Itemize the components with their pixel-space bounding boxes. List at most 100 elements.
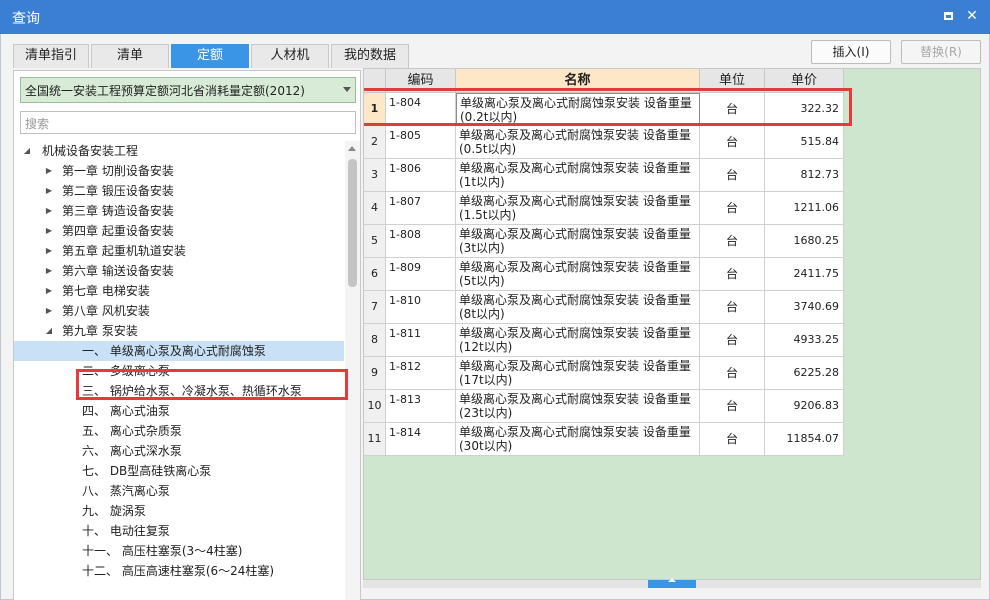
tree-item-chapter-2[interactable]: ▶ 第二章 锻压设备安装 xyxy=(14,181,344,201)
tree-item-section-7[interactable]: 七、 DB型高硅铁离心泵 xyxy=(14,461,344,481)
restore-icon[interactable] xyxy=(938,6,958,26)
grid-header-name[interactable]: 名称 xyxy=(456,69,700,93)
code-cell[interactable]: 1-809 xyxy=(386,258,456,291)
tree-item-section-2[interactable]: 二、 多级离心泵 xyxy=(14,361,344,381)
code-cell[interactable]: 1-810 xyxy=(386,291,456,324)
caret-right-icon[interactable]: ▶ xyxy=(44,161,54,181)
table-row[interactable]: 6 1-809 单级离心泵及离心式耐腐蚀泵安装 设备重量 (5t以内) 台 241… xyxy=(364,258,844,291)
unit-cell[interactable]: 台 xyxy=(700,291,765,324)
tree-item-section-3[interactable]: 三、 锅炉给水泵、冷凝水泵、热循环水泵 xyxy=(14,381,344,401)
code-cell[interactable]: 1-808 xyxy=(386,225,456,258)
table-row[interactable]: 4 1-807 单级离心泵及离心式耐腐蚀泵安装 设备重量 (1.5t以内) 台 1… xyxy=(364,192,844,225)
price-cell[interactable]: 1680.25 xyxy=(765,225,844,258)
tree-item-chapter-6[interactable]: ▶ 第六章 输送设备安装 xyxy=(14,261,344,281)
price-cell[interactable]: 812.73 xyxy=(765,159,844,192)
code-cell[interactable]: 1-813 xyxy=(386,390,456,423)
code-cell[interactable]: 1-811 xyxy=(386,324,456,357)
code-cell[interactable]: 1-804 xyxy=(386,93,456,126)
unit-cell[interactable]: 台 xyxy=(700,126,765,159)
price-cell[interactable]: 3740.69 xyxy=(765,291,844,324)
insert-button[interactable]: 插入(I) xyxy=(811,40,891,64)
price-cell[interactable]: 1211.06 xyxy=(765,192,844,225)
tab-quota[interactable]: 定额 xyxy=(171,44,249,68)
unit-cell[interactable]: 台 xyxy=(700,93,765,126)
price-cell[interactable]: 515.84 xyxy=(765,126,844,159)
replace-button[interactable]: 替换(R) xyxy=(901,40,981,64)
splitter-handle[interactable] xyxy=(648,578,696,588)
code-cell[interactable]: 1-814 xyxy=(386,423,456,456)
code-cell[interactable]: 1-806 xyxy=(386,159,456,192)
price-cell[interactable]: 9206.83 xyxy=(765,390,844,423)
quota-library-select[interactable]: 全国统一安装工程预算定额河北省消耗量定额(2012) xyxy=(20,77,356,103)
scroll-up-icon[interactable] xyxy=(348,146,356,151)
tree-item-chapter-5[interactable]: ▶ 第五章 起重机轨道安装 xyxy=(14,241,344,261)
tree-item-section-6[interactable]: 六、 离心式深水泵 xyxy=(14,441,344,461)
tree-item-chapter-3[interactable]: ▶ 第三章 铸造设备安装 xyxy=(14,201,344,221)
search-input[interactable] xyxy=(20,111,356,134)
table-row[interactable]: 9 1-812 单级离心泵及离心式耐腐蚀泵安装 设备重量 (17t以内) 台 62… xyxy=(364,357,844,390)
name-cell[interactable]: 单级离心泵及离心式耐腐蚀泵安装 设备重量 (5t以内) xyxy=(456,258,700,291)
price-cell[interactable]: 322.32 xyxy=(765,93,844,126)
tree-item-section-5[interactable]: 五、 离心式杂质泵 xyxy=(14,421,344,441)
tree-item-section-1[interactable]: 一、 单级离心泵及离心式耐腐蚀泵 xyxy=(14,341,344,361)
tree-item-section-4[interactable]: 四、 离心式油泵 xyxy=(14,401,344,421)
table-row[interactable]: 8 1-811 单级离心泵及离心式耐腐蚀泵安装 设备重量 (12t以内) 台 49… xyxy=(364,324,844,357)
price-cell[interactable]: 6225.28 xyxy=(765,357,844,390)
caret-down-icon[interactable]: ◢ xyxy=(22,141,32,161)
tree-item-root[interactable]: ◢ 机械设备安装工程 xyxy=(14,141,344,161)
caret-right-icon[interactable]: ▶ xyxy=(44,221,54,241)
caret-right-icon[interactable]: ▶ xyxy=(44,201,54,221)
name-cell[interactable]: 单级离心泵及离心式耐腐蚀泵安装 设备重量 (23t以内) xyxy=(456,390,700,423)
tree-item-chapter-7[interactable]: ▶ 第七章 电梯安装 xyxy=(14,281,344,301)
tree-item-chapter-8[interactable]: ▶ 第八章 风机安装 xyxy=(14,301,344,321)
unit-cell[interactable]: 台 xyxy=(700,324,765,357)
name-cell[interactable]: 单级离心泵及离心式耐腐蚀泵安装 设备重量 (12t以内) xyxy=(456,324,700,357)
tree-item-section-12[interactable]: 十二、 高压高速柱塞泵(6～24柱塞) xyxy=(14,561,344,581)
unit-cell[interactable]: 台 xyxy=(700,423,765,456)
table-row[interactable]: 7 1-810 单级离心泵及离心式耐腐蚀泵安装 设备重量 (8t以内) 台 374… xyxy=(364,291,844,324)
name-cell[interactable]: 单级离心泵及离心式耐腐蚀泵安装 设备重量 (0.2t以内) xyxy=(456,93,700,126)
unit-cell[interactable]: 台 xyxy=(700,159,765,192)
unit-cell[interactable]: 台 xyxy=(700,357,765,390)
table-row[interactable]: 10 1-813 单级离心泵及离心式耐腐蚀泵安装 设备重量 (23t以内) 台 9… xyxy=(364,390,844,423)
unit-cell[interactable]: 台 xyxy=(700,390,765,423)
caret-right-icon[interactable]: ▶ xyxy=(44,181,54,201)
tab-labor-material-machine[interactable]: 人材机 xyxy=(251,44,329,68)
caret-down-icon[interactable]: ◢ xyxy=(44,321,54,341)
grid-header-price[interactable]: 单价 xyxy=(765,69,844,93)
name-cell[interactable]: 单级离心泵及离心式耐腐蚀泵安装 设备重量 (17t以内) xyxy=(456,357,700,390)
table-row[interactable]: 5 1-808 单级离心泵及离心式耐腐蚀泵安装 设备重量 (3t以内) 台 168… xyxy=(364,225,844,258)
table-row[interactable]: 2 1-805 单级离心泵及离心式耐腐蚀泵安装 设备重量 (0.5t以内) 台 5… xyxy=(364,126,844,159)
unit-cell[interactable]: 台 xyxy=(700,258,765,291)
price-cell[interactable]: 2411.75 xyxy=(765,258,844,291)
code-cell[interactable]: 1-812 xyxy=(386,357,456,390)
tab-list-guide[interactable]: 清单指引 xyxy=(13,44,89,68)
price-cell[interactable]: 11854.07 xyxy=(765,423,844,456)
caret-right-icon[interactable]: ▶ xyxy=(44,281,54,301)
tree-item-section-9[interactable]: 九、 旋涡泵 xyxy=(14,501,344,521)
table-row[interactable]: 3 1-806 单级离心泵及离心式耐腐蚀泵安装 设备重量 (1t以内) 台 812… xyxy=(364,159,844,192)
scrollbar-thumb[interactable] xyxy=(348,159,357,287)
grid-scrollbar[interactable] xyxy=(363,578,981,588)
caret-right-icon[interactable]: ▶ xyxy=(44,241,54,261)
grid-header-unit[interactable]: 单位 xyxy=(700,69,765,93)
grid-header-code[interactable]: 编码 xyxy=(386,69,456,93)
name-cell[interactable]: 单级离心泵及离心式耐腐蚀泵安装 设备重量 (0.5t以内) xyxy=(456,126,700,159)
unit-cell[interactable]: 台 xyxy=(700,192,765,225)
tab-my-data[interactable]: 我的数据 xyxy=(331,44,409,68)
tab-list[interactable]: 清单 xyxy=(91,44,169,68)
close-icon[interactable]: ✕ xyxy=(962,6,982,26)
table-row[interactable]: 11 1-814 单级离心泵及离心式耐腐蚀泵安装 设备重量 (30t以内) 台 1… xyxy=(364,423,844,456)
code-cell[interactable]: 1-807 xyxy=(386,192,456,225)
name-cell[interactable]: 单级离心泵及离心式耐腐蚀泵安装 设备重量 (30t以内) xyxy=(456,423,700,456)
price-cell[interactable]: 4933.25 xyxy=(765,324,844,357)
name-cell[interactable]: 单级离心泵及离心式耐腐蚀泵安装 设备重量 (1t以内) xyxy=(456,159,700,192)
caret-right-icon[interactable]: ▶ xyxy=(44,301,54,321)
name-cell[interactable]: 单级离心泵及离心式耐腐蚀泵安装 设备重量 (1.5t以内) xyxy=(456,192,700,225)
tree-item-section-11[interactable]: 十一、 高压柱塞泵(3～4柱塞) xyxy=(14,541,344,561)
tree-item-chapter-4[interactable]: ▶ 第四章 起重设备安装 xyxy=(14,221,344,241)
table-row[interactable]: 1 1-804 单级离心泵及离心式耐腐蚀泵安装 设备重量 (0.2t以内) 台 3… xyxy=(364,93,844,126)
tree-item-section-10[interactable]: 十、 电动往复泵 xyxy=(14,521,344,541)
caret-right-icon[interactable]: ▶ xyxy=(44,261,54,281)
code-cell[interactable]: 1-805 xyxy=(386,126,456,159)
